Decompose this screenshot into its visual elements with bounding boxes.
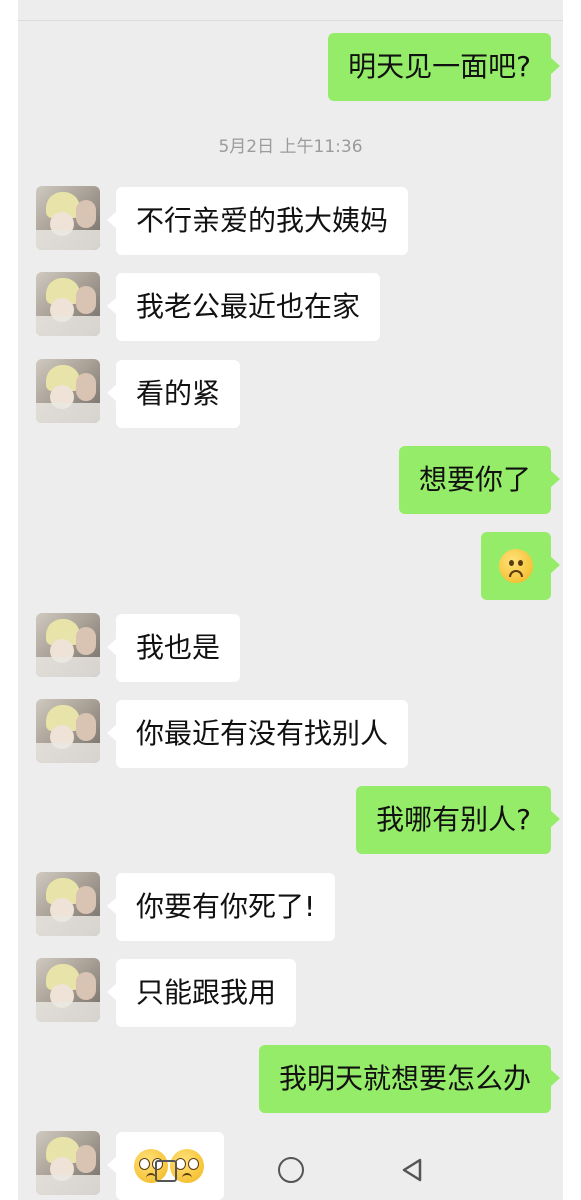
home-icon[interactable] (278, 1157, 304, 1183)
message-bubble-incoming[interactable]: 不行亲爱的我大姨妈 (106, 187, 409, 255)
chat-area: 明天见一面吧? 5月2日 上午11:36 不行亲爱的我大姨妈 我老公最近也在家 … (18, 0, 563, 1200)
message-bubble-incoming[interactable]: 我老公最近也在家 (106, 273, 381, 341)
message-bubble-outgoing[interactable]: 想要你了 (398, 446, 561, 514)
message-bubble-incoming[interactable]: 看的紧 (106, 360, 241, 428)
message-bubble-outgoing[interactable]: 我明天就想要怎么办 (258, 1045, 561, 1113)
message-bubble-outgoing[interactable] (481, 532, 560, 600)
contact-avatar[interactable] (36, 699, 100, 763)
contact-avatar[interactable] (36, 613, 100, 677)
system-navigation-bar (0, 1140, 581, 1200)
back-icon[interactable] (400, 1157, 430, 1187)
contact-avatar[interactable] (36, 958, 100, 1022)
message-bubble-incoming[interactable]: 你要有你死了! (106, 873, 336, 941)
divider (18, 20, 563, 21)
contact-avatar[interactable] (36, 186, 100, 250)
contact-avatar[interactable] (36, 272, 100, 336)
recent-apps-icon[interactable] (155, 1160, 177, 1182)
message-bubble-outgoing[interactable]: 明天见一面吧? (328, 33, 560, 101)
message-bubble-incoming[interactable]: 只能跟我用 (106, 959, 297, 1027)
message-timestamp: 5月2日 上午11:36 (218, 137, 363, 157)
message-bubble-incoming[interactable]: 你最近有没有找别人 (106, 700, 409, 768)
contact-avatar[interactable] (36, 872, 100, 936)
frowning-face-icon (499, 549, 533, 583)
message-bubble-outgoing[interactable]: 我哪有别人? (356, 786, 560, 854)
contact-avatar[interactable] (36, 359, 100, 423)
message-bubble-incoming[interactable]: 我也是 (106, 614, 241, 682)
